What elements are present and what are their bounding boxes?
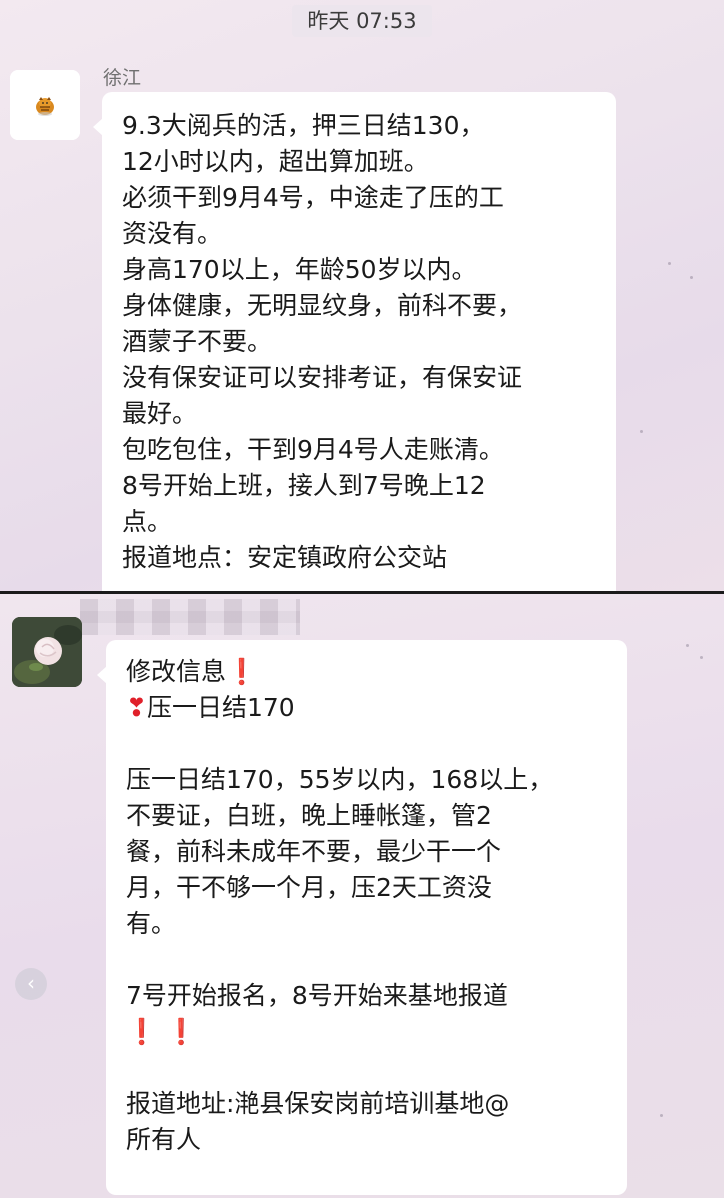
message-line: 有。 (126, 909, 177, 938)
background-speck (640, 430, 643, 433)
background-speck (700, 656, 703, 659)
message-line: 最好。 (122, 399, 198, 428)
sender-avatar[interactable] (10, 70, 80, 140)
message-line: 没有保安证可以安排考证，有保安证 (122, 363, 523, 392)
message-line: 报道地址:滟县保安岗前培训基地@ (126, 1089, 510, 1118)
message-line: ❣压一日结170 (126, 690, 609, 726)
message-line: 修改信息❗ (126, 654, 609, 690)
message-line: 7号开始报名，8号开始来基地报道 (126, 981, 508, 1010)
heart-exclamation-emoji-icon: ❣ (126, 693, 147, 722)
chat-screen-top: 昨天 07:53 徐江 9.3大阅兵的活，押三日结130， 12小时以内，超出算… (0, 0, 724, 591)
message-line: 压一日结170，55岁以内，168以上， (126, 765, 554, 794)
message-line: 点。 (122, 507, 173, 536)
message-text: 修改信息 (126, 657, 227, 686)
background-speck (690, 276, 693, 279)
sender-avatar[interactable] (12, 617, 82, 687)
message-line: 包吃包住，干到9月4号人走账清。 (122, 435, 504, 464)
rose-flower-avatar-icon (12, 617, 82, 687)
message-line: 9.3大阅兵的活，押三日结130， (122, 111, 485, 140)
sender-name-blurred (80, 599, 300, 635)
message-line: 8号开始上班，接人到7号晚上12 (122, 471, 486, 500)
message-line: 身高170以上，年龄50岁以内。 (122, 255, 477, 284)
message-line: 资没有。 (122, 219, 223, 248)
exclamation-emoji-icon: ❗ ❗ (126, 1017, 197, 1046)
message-line: 月，干不够一个月，压2天工资没 (126, 873, 492, 902)
scroll-left-arrow-icon[interactable]: ‹ (15, 968, 47, 1000)
message-line: 餐，前科未成年不要，最少干一个 (126, 837, 502, 866)
message-line: 12小时以内，超出算加班。 (122, 147, 429, 176)
message-bubble[interactable]: 9.3大阅兵的活，押三日结130， 12小时以内，超出算加班。 必须干到9月4号… (93, 92, 616, 591)
message-line: 不要证，白班，晚上睡帐篷，管2 (126, 801, 492, 830)
background-speck (660, 1114, 663, 1117)
background-speck (668, 262, 671, 265)
exclamation-emoji-icon: ❗ (226, 657, 258, 686)
message-line: 酒蒙子不要。 (122, 327, 273, 356)
message-timestamp: 昨天 07:53 (292, 5, 432, 37)
message-line: 必须干到9月4号，中途走了压的工 (122, 183, 504, 212)
chat-screen-bottom: 修改信息❗ ❣压一日结170 压一日结170，55岁以内，168以上， 不要证，… (0, 594, 724, 1198)
message-line: 所有人 (126, 1125, 202, 1154)
message-bubble[interactable]: 修改信息❗ ❣压一日结170 压一日结170，55岁以内，168以上， 不要证，… (97, 640, 627, 1195)
message-text: 压一日结170 (146, 693, 295, 722)
sender-name: 徐江 (103, 67, 142, 89)
message-line: 身体健康，无明显纹身，前科不要， (122, 291, 523, 320)
message-line: 报道地点：安定镇政府公交站 (122, 543, 448, 572)
tiger-cub-avatar-icon (10, 70, 80, 140)
background-speck (686, 644, 689, 647)
